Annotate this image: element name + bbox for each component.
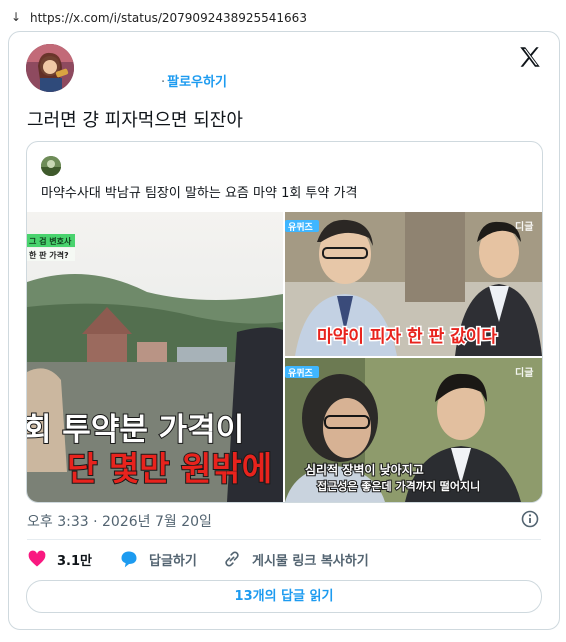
like-count: 3.1만 [57,553,92,569]
media-image-bottom-right[interactable]: 유퀴즈 디글 심리적 장벽이 낮아지고 접근성은 좋은데 가격까지 떨어지니 [285,358,542,502]
media-image-left[interactable]: 그 검 변호사 한 판 가격? 회 투약분 가격이 단 몇만 원밖에 [27,212,283,502]
read-replies-button[interactable]: 13개의 답글 읽기 [26,580,542,613]
speech-bubble-icon [121,551,137,568]
tweet-timestamp[interactable]: 오후 3:33 · 2026년 7월 20일 [27,511,212,531]
bottom-right-caption-2: 접근성은 좋은데 가격까지 떨어지니 [317,479,480,493]
quoted-avatar [41,156,61,176]
reply-button[interactable]: 답글하기 [119,549,197,569]
heart-icon [28,550,46,567]
copy-link-label: 게시물 링크 복사하기 [252,553,369,569]
tweet-card: · 팔로우하기 그러면 걍 피자먹으면 되잔아 마약수사대 박남규 팀장이 말하는… [8,31,560,630]
link-icon [225,551,239,567]
action-bar: 3.1만 답글하기 게시물 링크 복사하기 [27,549,541,573]
left-caption-2: 단 몇만 원밖에 [67,449,272,488]
quoted-author-redacted [65,154,387,176]
media-grid: 그 검 변호사 한 판 가격? 회 투약분 가격이 단 몇만 원밖에 유퀴즈 디… [27,212,542,502]
tweet-text: 그러면 걍 피자먹으면 되잔아 [27,110,243,131]
url-bar: ↓ https://x.com/i/status/207909243892554… [0,0,566,32]
follow-button[interactable]: · 팔로우하기 [161,71,227,90]
author-name-redacted [77,46,163,92]
left-tag-top: 그 검 변호사 [29,236,72,246]
bottom-right-caption-1: 심리적 장벽이 낮아지고 [305,462,424,477]
left-tag-bottom: 한 판 가격? [29,250,69,260]
avatar[interactable] [26,44,74,92]
left-caption-1: 회 투약분 가격이 [27,412,244,448]
bottom-right-watermark: 디글 [515,366,533,379]
media-image-top-right[interactable]: 유퀴즈 디글 마약이 피자 한 판 값이다 [285,212,542,356]
like-button[interactable]: 3.1만 [27,549,92,569]
top-right-logo: 유퀴즈 [288,221,314,233]
info-icon[interactable] [521,510,539,528]
down-arrow-icon: ↓ [11,10,22,24]
reply-label: 답글하기 [149,553,197,569]
top-right-caption: 마약이 피자 한 판 값이다 [317,326,497,347]
quoted-text: 마약수사대 박남규 팀장이 말하는 요즘 마약 1회 투약 가격 [41,186,358,201]
x-logo-icon[interactable] [517,44,543,70]
url-text[interactable]: https://x.com/i/status/20790924389255416… [30,11,307,25]
quoted-tweet[interactable]: 마약수사대 박남규 팀장이 말하는 요즘 마약 1회 투약 가격 그 검 변호사… [26,141,543,503]
follow-label[interactable]: 팔로우하기 [167,75,227,90]
author-handle-redacted [161,46,511,68]
copy-link-button[interactable]: 게시물 링크 복사하기 [222,549,369,569]
divider [27,539,541,540]
bottom-right-logo: 유퀴즈 [288,367,314,379]
top-right-watermark: 디글 [515,220,533,233]
